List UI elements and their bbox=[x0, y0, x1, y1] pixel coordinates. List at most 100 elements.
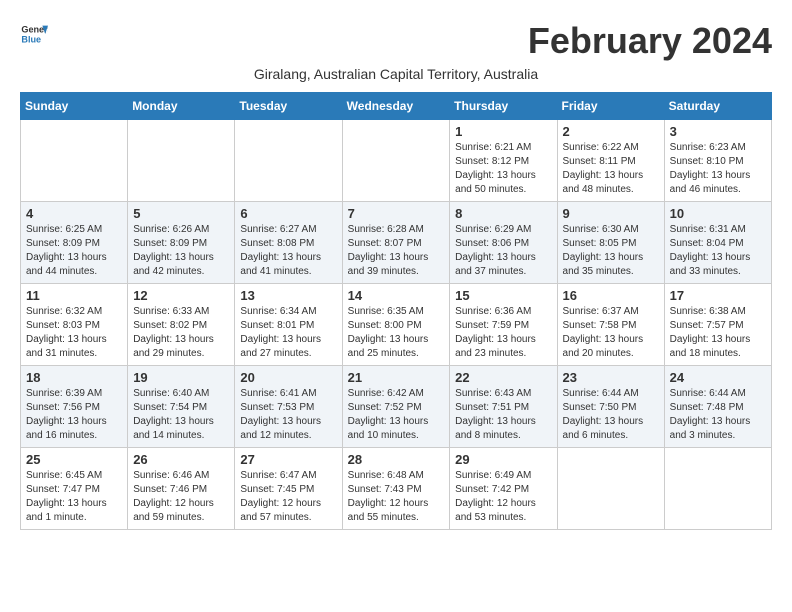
day-info: Sunrise: 6:29 AM Sunset: 8:06 PM Dayligh… bbox=[455, 223, 551, 279]
calendar-header-row: SundayMondayTuesdayWednesdayThursdayFrid… bbox=[21, 93, 772, 120]
day-info: Sunrise: 6:37 AM Sunset: 7:58 PM Dayligh… bbox=[563, 305, 659, 361]
calendar-header-saturday: Saturday bbox=[664, 93, 771, 120]
day-number: 14 bbox=[348, 288, 445, 303]
calendar-cell bbox=[128, 120, 235, 202]
day-info: Sunrise: 6:25 AM Sunset: 8:09 PM Dayligh… bbox=[26, 223, 122, 279]
day-number: 16 bbox=[563, 288, 659, 303]
day-number: 26 bbox=[133, 452, 229, 467]
calendar-cell: 18Sunrise: 6:39 AM Sunset: 7:56 PM Dayli… bbox=[21, 366, 128, 448]
calendar-cell: 16 Sunrise: 6:37 AM Sunset: 7:58 PM Dayli… bbox=[557, 284, 664, 366]
day-number: 3 bbox=[670, 124, 766, 139]
day-number: 5 bbox=[133, 206, 229, 221]
day-info: Sunrise: 6:21 AM Sunset: 8:12 PM Dayligh… bbox=[455, 141, 551, 197]
day-number: 22 bbox=[455, 370, 551, 385]
day-info: Sunrise: 6:22 AM Sunset: 8:11 PM Dayligh… bbox=[563, 141, 659, 197]
title-section: February 2024 bbox=[528, 20, 772, 62]
day-number: 28 bbox=[348, 452, 445, 467]
calendar-cell: 8Sunrise: 6:29 AM Sunset: 8:06 PM Daylig… bbox=[450, 202, 557, 284]
day-info: Sunrise: 6:35 AM Sunset: 8:00 PM Dayligh… bbox=[348, 305, 445, 361]
day-number: 21 bbox=[348, 370, 445, 385]
calendar-cell: 4 Sunrise: 6:25 AM Sunset: 8:09 PM Daylig… bbox=[21, 202, 128, 284]
page-header: General Blue February 2024 bbox=[20, 20, 772, 62]
calendar-cell: 26 Sunrise: 6:46 AM Sunset: 7:46 PM Dayli… bbox=[128, 448, 235, 530]
calendar-cell: 1 Sunrise: 6:21 AM Sunset: 8:12 PM Daylig… bbox=[450, 120, 557, 202]
day-number: 2 bbox=[563, 124, 659, 139]
calendar-cell: 17Sunrise: 6:38 AM Sunset: 7:57 PM Dayli… bbox=[664, 284, 771, 366]
calendar-header-tuesday: Tuesday bbox=[235, 93, 342, 120]
day-number: 15 bbox=[455, 288, 551, 303]
day-number: 29 bbox=[455, 452, 551, 467]
calendar-cell: 6Sunrise: 6:27 AM Sunset: 8:08 PM Daylig… bbox=[235, 202, 342, 284]
calendar-cell: 27 Sunrise: 6:47 AM Sunset: 7:45 PM Dayli… bbox=[235, 448, 342, 530]
calendar-cell bbox=[21, 120, 128, 202]
calendar-cell: 24 Sunrise: 6:44 AM Sunset: 7:48 PM Dayli… bbox=[664, 366, 771, 448]
calendar-cell: 29 Sunrise: 6:49 AM Sunset: 7:42 PM Dayli… bbox=[450, 448, 557, 530]
day-info: Sunrise: 6:32 AM Sunset: 8:03 PM Dayligh… bbox=[26, 305, 122, 361]
day-number: 24 bbox=[670, 370, 766, 385]
day-info: Sunrise: 6:49 AM Sunset: 7:42 PM Dayligh… bbox=[455, 469, 551, 525]
day-info: Sunrise: 6:43 AM Sunset: 7:51 PM Dayligh… bbox=[455, 387, 551, 443]
calendar-table: SundayMondayTuesdayWednesdayThursdayFrid… bbox=[20, 92, 772, 530]
day-number: 23 bbox=[563, 370, 659, 385]
calendar-cell: 21 Sunrise: 6:42 AM Sunset: 7:52 PM Dayli… bbox=[342, 366, 450, 448]
calendar-cell: 14 Sunrise: 6:35 AM Sunset: 8:00 PM Dayli… bbox=[342, 284, 450, 366]
day-info: Sunrise: 6:48 AM Sunset: 7:43 PM Dayligh… bbox=[348, 469, 445, 525]
calendar-week-row: 18Sunrise: 6:39 AM Sunset: 7:56 PM Dayli… bbox=[21, 366, 772, 448]
day-number: 7 bbox=[348, 206, 445, 221]
calendar-cell: 28 Sunrise: 6:48 AM Sunset: 7:43 PM Dayli… bbox=[342, 448, 450, 530]
day-number: 27 bbox=[240, 452, 336, 467]
calendar-cell bbox=[342, 120, 450, 202]
calendar-cell: 15 Sunrise: 6:36 AM Sunset: 7:59 PM Dayli… bbox=[450, 284, 557, 366]
day-number: 19 bbox=[133, 370, 229, 385]
calendar-cell: 23Sunrise: 6:44 AM Sunset: 7:50 PM Dayli… bbox=[557, 366, 664, 448]
day-info: Sunrise: 6:23 AM Sunset: 8:10 PM Dayligh… bbox=[670, 141, 766, 197]
day-info: Sunrise: 6:42 AM Sunset: 7:52 PM Dayligh… bbox=[348, 387, 445, 443]
calendar-header-wednesday: Wednesday bbox=[342, 93, 450, 120]
day-info: Sunrise: 6:27 AM Sunset: 8:08 PM Dayligh… bbox=[240, 223, 336, 279]
day-info: Sunrise: 6:44 AM Sunset: 7:48 PM Dayligh… bbox=[670, 387, 766, 443]
svg-text:Blue: Blue bbox=[21, 34, 41, 44]
calendar-cell: 13 Sunrise: 6:34 AM Sunset: 8:01 PM Dayli… bbox=[235, 284, 342, 366]
calendar-cell: 12 Sunrise: 6:33 AM Sunset: 8:02 PM Dayli… bbox=[128, 284, 235, 366]
day-number: 18 bbox=[26, 370, 122, 385]
calendar-cell: 20Sunrise: 6:41 AM Sunset: 7:53 PM Dayli… bbox=[235, 366, 342, 448]
day-number: 11 bbox=[26, 288, 122, 303]
calendar-cell: 7 Sunrise: 6:28 AM Sunset: 8:07 PM Daylig… bbox=[342, 202, 450, 284]
day-info: Sunrise: 6:45 AM Sunset: 7:47 PM Dayligh… bbox=[26, 469, 122, 525]
day-number: 17 bbox=[670, 288, 766, 303]
calendar-cell: 3 Sunrise: 6:23 AM Sunset: 8:10 PM Daylig… bbox=[664, 120, 771, 202]
calendar-header-thursday: Thursday bbox=[450, 93, 557, 120]
day-number: 13 bbox=[240, 288, 336, 303]
calendar-week-row: 11 Sunrise: 6:32 AM Sunset: 8:03 PM Dayli… bbox=[21, 284, 772, 366]
calendar-cell bbox=[235, 120, 342, 202]
day-info: Sunrise: 6:28 AM Sunset: 8:07 PM Dayligh… bbox=[348, 223, 445, 279]
day-number: 12 bbox=[133, 288, 229, 303]
day-number: 20 bbox=[240, 370, 336, 385]
calendar-cell: 11 Sunrise: 6:32 AM Sunset: 8:03 PM Dayli… bbox=[21, 284, 128, 366]
day-info: Sunrise: 6:33 AM Sunset: 8:02 PM Dayligh… bbox=[133, 305, 229, 361]
day-info: Sunrise: 6:46 AM Sunset: 7:46 PM Dayligh… bbox=[133, 469, 229, 525]
logo: General Blue bbox=[20, 20, 48, 48]
day-number: 1 bbox=[455, 124, 551, 139]
location-subtitle: Giralang, Australian Capital Territory, … bbox=[20, 66, 772, 82]
calendar-cell: 9Sunrise: 6:30 AM Sunset: 8:05 PM Daylig… bbox=[557, 202, 664, 284]
calendar-cell: 19 Sunrise: 6:40 AM Sunset: 7:54 PM Dayli… bbox=[128, 366, 235, 448]
calendar-header-monday: Monday bbox=[128, 93, 235, 120]
day-info: Sunrise: 6:40 AM Sunset: 7:54 PM Dayligh… bbox=[133, 387, 229, 443]
day-info: Sunrise: 6:36 AM Sunset: 7:59 PM Dayligh… bbox=[455, 305, 551, 361]
day-number: 4 bbox=[26, 206, 122, 221]
calendar-cell: 10 Sunrise: 6:31 AM Sunset: 8:04 PM Dayli… bbox=[664, 202, 771, 284]
calendar-cell bbox=[557, 448, 664, 530]
calendar-cell: 25Sunrise: 6:45 AM Sunset: 7:47 PM Dayli… bbox=[21, 448, 128, 530]
day-info: Sunrise: 6:34 AM Sunset: 8:01 PM Dayligh… bbox=[240, 305, 336, 361]
calendar-header-friday: Friday bbox=[557, 93, 664, 120]
calendar-cell: 2 Sunrise: 6:22 AM Sunset: 8:11 PM Daylig… bbox=[557, 120, 664, 202]
logo-icon: General Blue bbox=[20, 20, 48, 48]
calendar-header-sunday: Sunday bbox=[21, 93, 128, 120]
day-number: 10 bbox=[670, 206, 766, 221]
month-year-title: February 2024 bbox=[528, 20, 772, 62]
day-info: Sunrise: 6:26 AM Sunset: 8:09 PM Dayligh… bbox=[133, 223, 229, 279]
calendar-cell: 22 Sunrise: 6:43 AM Sunset: 7:51 PM Dayli… bbox=[450, 366, 557, 448]
day-info: Sunrise: 6:47 AM Sunset: 7:45 PM Dayligh… bbox=[240, 469, 336, 525]
day-info: Sunrise: 6:31 AM Sunset: 8:04 PM Dayligh… bbox=[670, 223, 766, 279]
